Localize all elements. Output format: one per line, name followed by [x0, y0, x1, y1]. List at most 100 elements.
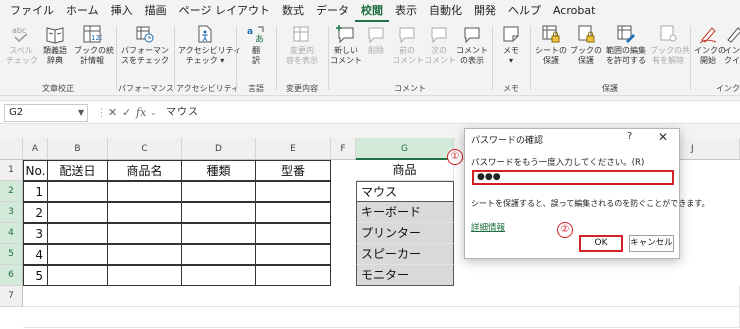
- table-cell[interactable]: [47, 244, 108, 265]
- column-header-d[interactable]: D: [182, 138, 256, 160]
- table-cell[interactable]: [181, 202, 256, 223]
- product-cell[interactable]: キーボード: [356, 202, 454, 223]
- table-cell[interactable]: [255, 181, 331, 202]
- tab-formulas[interactable]: 数式: [276, 0, 310, 22]
- table-cell[interactable]: [47, 223, 108, 244]
- tab-page-layout[interactable]: ページ レイアウト: [173, 0, 276, 22]
- table-cell-no[interactable]: 5: [23, 265, 48, 286]
- chevron-down-icon[interactable]: ▼: [78, 104, 84, 122]
- tab-automate[interactable]: 自動化: [423, 0, 468, 22]
- table-cell[interactable]: [107, 265, 182, 286]
- table-cell[interactable]: [181, 244, 256, 265]
- table-cell[interactable]: [255, 265, 331, 286]
- table-cell[interactable]: [181, 265, 256, 286]
- table-header-cell[interactable]: 型番: [255, 160, 331, 181]
- table-cell[interactable]: [107, 202, 182, 223]
- table-header-cell[interactable]: 配送日: [47, 160, 108, 181]
- products-header-cell[interactable]: 商品: [356, 160, 454, 181]
- allow-edit-ranges-button[interactable]: 範囲の編集 を許可する: [604, 24, 648, 66]
- table-cell[interactable]: [255, 202, 331, 223]
- table-cell[interactable]: [255, 223, 331, 244]
- empty-row[interactable]: [23, 307, 740, 328]
- group-label-proofing: 文章校正: [42, 84, 74, 93]
- cancel-button[interactable]: キャンセル: [629, 235, 674, 252]
- row-header-3[interactable]: 3: [0, 202, 23, 223]
- table-header-cell[interactable]: No.: [23, 160, 48, 181]
- row-header-6[interactable]: 6: [0, 265, 23, 286]
- tab-data[interactable]: データ: [310, 0, 355, 22]
- unshare-workbook-button[interactable]: ブックの共 有を解除: [650, 24, 690, 66]
- table-cell[interactable]: [181, 223, 256, 244]
- workbook-stats-button[interactable]: 123 ブックの統 計情報: [74, 24, 114, 66]
- tab-acrobat[interactable]: Acrobat: [547, 0, 601, 22]
- row-header-7[interactable]: 7: [0, 286, 23, 307]
- delete-comment-button[interactable]: 削除: [362, 24, 390, 56]
- table-cell[interactable]: [47, 202, 108, 223]
- password-prompt-label: パスワードをもう一度入力してください。(R): [471, 158, 645, 168]
- table-cell[interactable]: [47, 181, 108, 202]
- prev-comment-button[interactable]: 前の コメント: [392, 24, 424, 66]
- new-comment-button[interactable]: 新しい コメント: [330, 24, 362, 66]
- tab-draw[interactable]: 描画: [139, 0, 173, 22]
- enter-icon[interactable]: ✓: [122, 104, 131, 122]
- name-box[interactable]: G2: [4, 104, 88, 122]
- table-cell[interactable]: [107, 181, 182, 202]
- product-cell[interactable]: プリンター: [356, 223, 454, 244]
- table-cell-no[interactable]: 1: [23, 181, 48, 202]
- next-comment-button[interactable]: 次の コメント: [424, 24, 456, 66]
- column-header-e[interactable]: E: [256, 138, 331, 160]
- product-cell[interactable]: モニター: [356, 265, 454, 286]
- table-cell[interactable]: [47, 265, 108, 286]
- table-cell-no[interactable]: 3: [23, 223, 48, 244]
- translate-button[interactable]: aあ 翻 訳: [242, 24, 270, 66]
- product-cell[interactable]: スピーカー: [356, 244, 454, 265]
- insert-function-icon[interactable]: fx: [136, 104, 146, 122]
- expand-icon[interactable]: ⌄: [150, 104, 157, 122]
- tab-file[interactable]: ファイル: [4, 0, 60, 22]
- table-cell-no[interactable]: 2: [23, 202, 48, 223]
- close-icon[interactable]: ✕: [658, 130, 668, 144]
- row-header-2[interactable]: 2: [0, 181, 23, 202]
- spelling-button[interactable]: abc スペル チェック: [6, 24, 38, 66]
- product-cell-active[interactable]: マウス: [356, 181, 454, 202]
- select-all-corner[interactable]: [0, 138, 23, 160]
- protect-workbook-button[interactable]: ブックの 保護: [570, 24, 602, 66]
- tab-home[interactable]: ホーム: [60, 0, 105, 22]
- column-header-a[interactable]: A: [23, 138, 48, 160]
- protect-sheet-button[interactable]: シートの 保護: [534, 24, 568, 66]
- table-header-cell[interactable]: 商品名: [107, 160, 182, 181]
- table-header-cell[interactable]: 種類: [181, 160, 256, 181]
- tab-insert[interactable]: 挿入: [105, 0, 139, 22]
- notes-button[interactable]: メモ ▾: [498, 24, 524, 66]
- row-header-5[interactable]: 5: [0, 244, 23, 265]
- cancel-icon[interactable]: ✕: [108, 104, 117, 122]
- show-changes-button[interactable]: 変更内 容を表示: [280, 24, 324, 66]
- tab-developer[interactable]: 開発: [468, 0, 502, 22]
- tab-help[interactable]: ヘルプ: [502, 0, 547, 22]
- table-cell[interactable]: [107, 244, 182, 265]
- column-header-c[interactable]: C: [108, 138, 182, 160]
- tab-review[interactable]: 校閲: [354, 0, 389, 22]
- column-header-g[interactable]: G: [356, 138, 454, 160]
- start-inking-button[interactable]: インクの 開始: [694, 24, 726, 66]
- password-input[interactable]: ●●●: [472, 170, 674, 185]
- column-header-b[interactable]: B: [48, 138, 108, 160]
- table-cell[interactable]: [107, 223, 182, 244]
- show-comments-button[interactable]: コメント の表示: [456, 24, 488, 66]
- check-accessibility-button[interactable]: アクセシビリティ チェック ▾: [178, 24, 241, 66]
- check-performance-button[interactable]: パフォーマン スをチェック: [120, 24, 170, 66]
- column-header-f[interactable]: F: [331, 138, 356, 160]
- row-header-1[interactable]: 1: [0, 160, 23, 181]
- table-cell[interactable]: [181, 181, 256, 202]
- tab-view[interactable]: 表示: [389, 0, 423, 22]
- help-icon[interactable]: ?: [627, 131, 632, 142]
- thesaurus-button[interactable]: 類義語 辞典: [40, 24, 70, 66]
- formula-input[interactable]: マウス: [166, 104, 199, 122]
- table-cell[interactable]: [255, 244, 331, 265]
- table-cell-no[interactable]: 4: [23, 244, 48, 265]
- row-header-4[interactable]: 4: [0, 223, 23, 244]
- empty-row[interactable]: [23, 286, 740, 307]
- more-info-link[interactable]: 詳細情報: [471, 221, 505, 233]
- ink-more-button[interactable]: イン クイ: [724, 24, 740, 66]
- ok-button[interactable]: OK: [579, 235, 623, 252]
